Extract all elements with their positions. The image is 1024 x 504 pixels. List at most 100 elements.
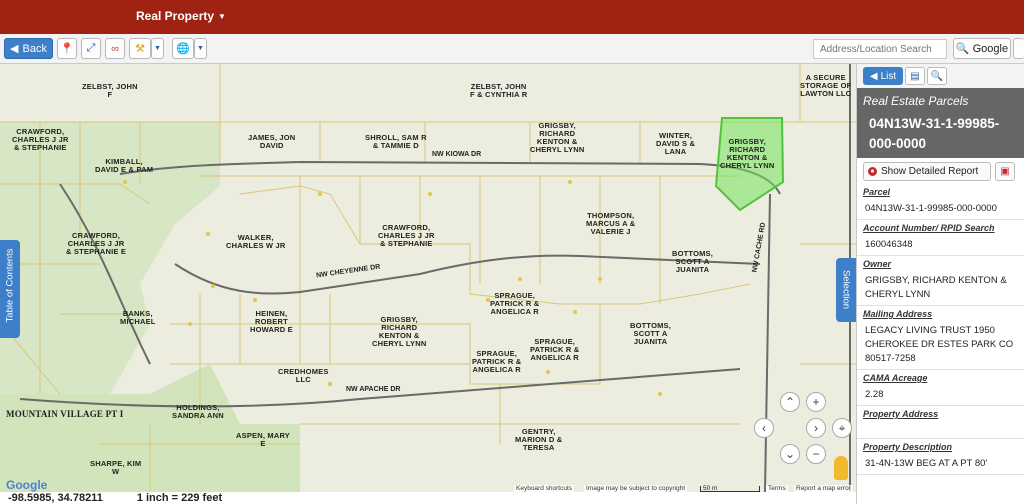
zoom-out-button[interactable]: − xyxy=(806,444,826,464)
pan-up-button[interactable]: ⌃ xyxy=(780,392,800,412)
parcel-label: SPRAGUE, PATRICK R & ANGELICA R xyxy=(472,349,522,374)
list-label: List xyxy=(880,70,897,82)
field-label: Property Description xyxy=(863,442,953,452)
back-label: Back xyxy=(22,42,47,55)
pan-down-button[interactable]: ⌄ xyxy=(780,444,800,464)
field-value xyxy=(857,421,1024,439)
bookmarks-button[interactable]: ∞ xyxy=(105,38,125,59)
subdivision-label: MOUNTAIN VILLAGE PT I xyxy=(6,409,124,419)
location-pin-icon: 📍 xyxy=(60,43,74,55)
parcel-label: CRAWFORD, CHARLES J JR & STEPHANIE xyxy=(378,223,435,248)
parcel-label: CRAWFORD, CHARLES J JR & STEPHANIE xyxy=(12,127,69,152)
rpid-search-link[interactable]: Account Number/ RPID Search xyxy=(857,220,1024,235)
print-button[interactable]: ▤ xyxy=(905,67,925,85)
parcel-label: WINTER, DAVID S & LANA xyxy=(656,131,696,156)
chevron-left-icon: ◀ xyxy=(869,70,878,82)
parcel-label: BOTTOMS, SCOTT A JUANITA xyxy=(630,321,672,346)
list-button[interactable]: ◀ List xyxy=(863,67,903,85)
arrow-left-icon: ◀ xyxy=(10,43,19,55)
app-menu[interactable]: Real Property ▼ xyxy=(136,9,226,23)
globe-icon: 🌐 xyxy=(176,43,190,55)
crosshair-icon: ⌖ xyxy=(838,420,846,435)
basemap-button[interactable]: 🌐 xyxy=(172,38,194,59)
location-pin-button[interactable]: 📍 xyxy=(57,38,77,59)
field-label: Parcel xyxy=(863,187,891,197)
binoculars-icon: ∞ xyxy=(111,42,119,55)
minus-icon: − xyxy=(812,447,820,461)
cursor-coordinates: -98.5985, 34.78211 xyxy=(8,492,103,504)
back-button[interactable]: ◀ Back xyxy=(4,38,53,59)
parcel-label: GRIGSBY, RICHARD KENTON & CHERYL LYNN xyxy=(530,121,585,154)
street-view-pegman-icon[interactable] xyxy=(834,456,848,480)
pdf-icon: ▣ xyxy=(1000,166,1010,177)
map-view[interactable]: ZELBST, JOHN F ZELBST, JOHN F & CYNTHIA … xyxy=(0,64,856,492)
locate-button[interactable]: ⌖ xyxy=(832,418,852,438)
pan-left-button[interactable]: ‹ xyxy=(754,418,774,438)
tools-icon: ⚒ xyxy=(135,43,145,55)
chevron-down-icon: ⌄ xyxy=(784,447,796,461)
table-of-contents-tab[interactable]: Table of Contents xyxy=(0,240,20,338)
field-label: Owner xyxy=(863,259,892,269)
street-label: NW APACHE DR xyxy=(346,386,401,393)
address-search-input[interactable] xyxy=(813,39,947,59)
layer-title: Real Estate Parcels xyxy=(863,94,969,108)
full-extent-button[interactable]: ⤢ xyxy=(81,38,101,59)
tools-dropdown[interactable]: ▼ xyxy=(151,38,164,59)
parcel-label: GRIGSBY, RICHARD KENTON & CHERYL LYNN xyxy=(372,315,427,348)
parcel-label: ZELBST, JOHN F & CYNTHIA R xyxy=(470,82,528,99)
parcel-label: GENTRY, MARION D & TERESA xyxy=(515,427,563,452)
google-logo: Google xyxy=(6,478,48,492)
parcel-label: A SECURE STORAGE OF LAWTON LLC xyxy=(800,73,852,98)
report-icon: ● xyxy=(868,167,877,176)
map-scale-text: 1 inch = 229 feet xyxy=(136,492,223,504)
chevron-left-icon: ‹ xyxy=(762,421,766,435)
field-value: GRIGSBY, RICHARD KENTON & CHERYL LYNN xyxy=(857,271,1024,306)
tools-button[interactable]: ⚒ xyxy=(129,38,151,59)
panel-toolbar: ◀ List ▤ 🔍 xyxy=(857,64,1024,88)
field-value: 31-4N-13W BEG AT A PT 80' xyxy=(857,454,1024,475)
report-button-label: Show Detailed Report xyxy=(881,166,979,177)
chevron-down-icon: ▼ xyxy=(197,45,204,52)
field-label: Mailing Address xyxy=(863,309,933,319)
zoom-in-button[interactable]: + xyxy=(806,392,826,412)
field-value: 160046348 xyxy=(857,235,1024,256)
field-value: 2.28 xyxy=(857,385,1024,406)
parcel-label: HEINEN, ROBERT HOWARD E xyxy=(250,309,293,334)
top-bar: Real Property ▼ xyxy=(0,0,1024,34)
pdf-button[interactable]: ▣ xyxy=(995,162,1015,181)
magnifier-icon: 🔍 xyxy=(930,70,944,82)
selection-label: Selection xyxy=(840,269,852,310)
parcel-label: BANKS, MICHAEL xyxy=(120,309,156,326)
parcel-label: JAMES, JON DAVID xyxy=(248,133,296,150)
field-label: CAMA Acreage xyxy=(863,373,928,383)
pan-right-button[interactable]: › xyxy=(806,418,826,438)
search-provider-button[interactable]: 🔍 Google xyxy=(953,38,1011,59)
parcel-label: KIMBALL, DAVID E & PAM xyxy=(95,157,154,174)
status-bar: -98.5985, 34.78211 1 inch = 229 feet xyxy=(0,492,856,504)
zoom-to-button[interactable]: 🔍 xyxy=(927,67,947,85)
basemap-dropdown[interactable]: ▼ xyxy=(194,38,207,59)
table-of-contents-label: Table of Contents xyxy=(4,248,16,323)
selection-tab[interactable]: Selection xyxy=(836,258,856,322)
search-provider-label: Google xyxy=(972,42,1009,55)
parcel-label: CREDHOMES LLC xyxy=(278,367,329,384)
results-panel: ◀ List ▤ 🔍 Real Estate Parcels 04N13W-31-… xyxy=(856,64,1024,504)
street-label: NW KIOWA DR xyxy=(432,151,482,158)
toolbar: ◀Back 📍 ⤢ ∞ ⚒ ▼ 🌐 ▼ 🔍Google xyxy=(0,34,1024,64)
app-title: Real Property xyxy=(136,9,215,23)
parcel-label: SHARPE, KIM W xyxy=(90,459,142,476)
print-icon: ▤ xyxy=(910,70,920,82)
toolbar-overflow[interactable] xyxy=(1013,38,1024,59)
attribute-list: Parcel 04N13W-31-1-99985-000-0000 Accoun… xyxy=(857,184,1024,475)
field-value: 04N13W-31-1-99985-000-0000 xyxy=(857,199,1024,220)
search-icon: 🔍 xyxy=(955,43,970,55)
parcel-map-canvas xyxy=(0,64,856,492)
field-label: Property Address xyxy=(863,409,939,419)
parcel-label: ASPEN, MARY E xyxy=(236,431,291,448)
parcel-label: SHROLL, SAM R & TAMMIE D xyxy=(365,133,427,150)
expand-icon: ⤢ xyxy=(86,42,96,54)
parcel-label: BOTTOMS, SCOTT A JUANITA xyxy=(672,249,714,274)
selected-parcel-label: GRIGSBY, RICHARD KENTON & CHERYL LYNN xyxy=(720,137,775,170)
show-detailed-report-button[interactable]: ● Show Detailed Report xyxy=(863,162,991,181)
parcel-label: THOMPSON, MARCUS A & VALERIE J xyxy=(586,211,636,236)
